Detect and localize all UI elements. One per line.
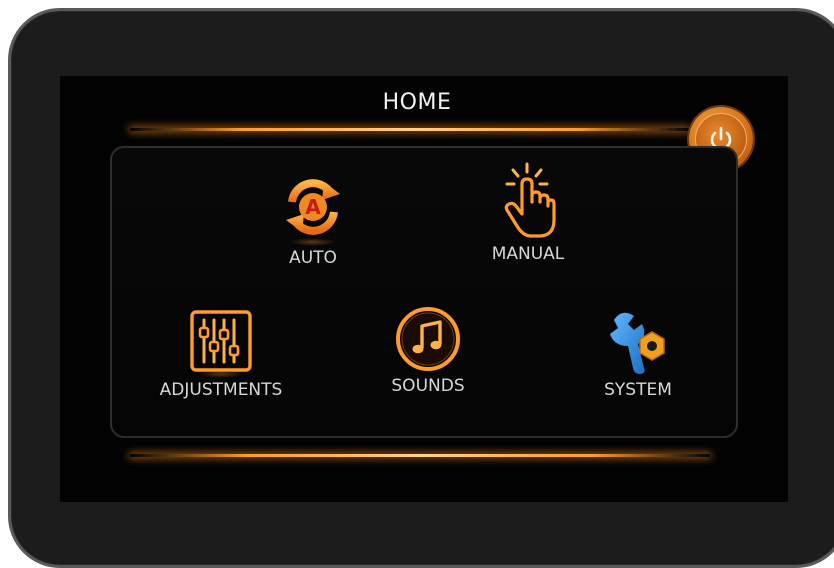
bottom-glow-divider <box>130 454 710 457</box>
tile-sounds[interactable]: SOUNDS <box>378 304 478 396</box>
tile-auto-label: AUTO <box>289 248 337 268</box>
sliders-icon <box>190 310 252 372</box>
touch-hand-icon <box>504 162 556 238</box>
tile-manual-label: MANUAL <box>491 244 565 264</box>
auto-cycle-icon: A <box>286 179 340 235</box>
tile-adjustments[interactable]: ADJUSTMENTS <box>148 308 294 400</box>
svg-text:A: A <box>305 195 321 219</box>
tile-sounds-label: SOUNDS <box>391 376 465 396</box>
tile-auto[interactable]: A AUTO <box>268 172 358 268</box>
tile-system[interactable]: SYSTEM <box>588 306 688 400</box>
top-glow-divider <box>130 128 690 131</box>
music-note-icon <box>396 307 460 371</box>
wrench-gear-icon <box>610 312 665 374</box>
tile-adjustments-label: ADJUSTMENTS <box>159 380 283 400</box>
tile-system-label: SYSTEM <box>604 380 672 400</box>
tile-manual[interactable]: MANUAL <box>482 160 574 264</box>
